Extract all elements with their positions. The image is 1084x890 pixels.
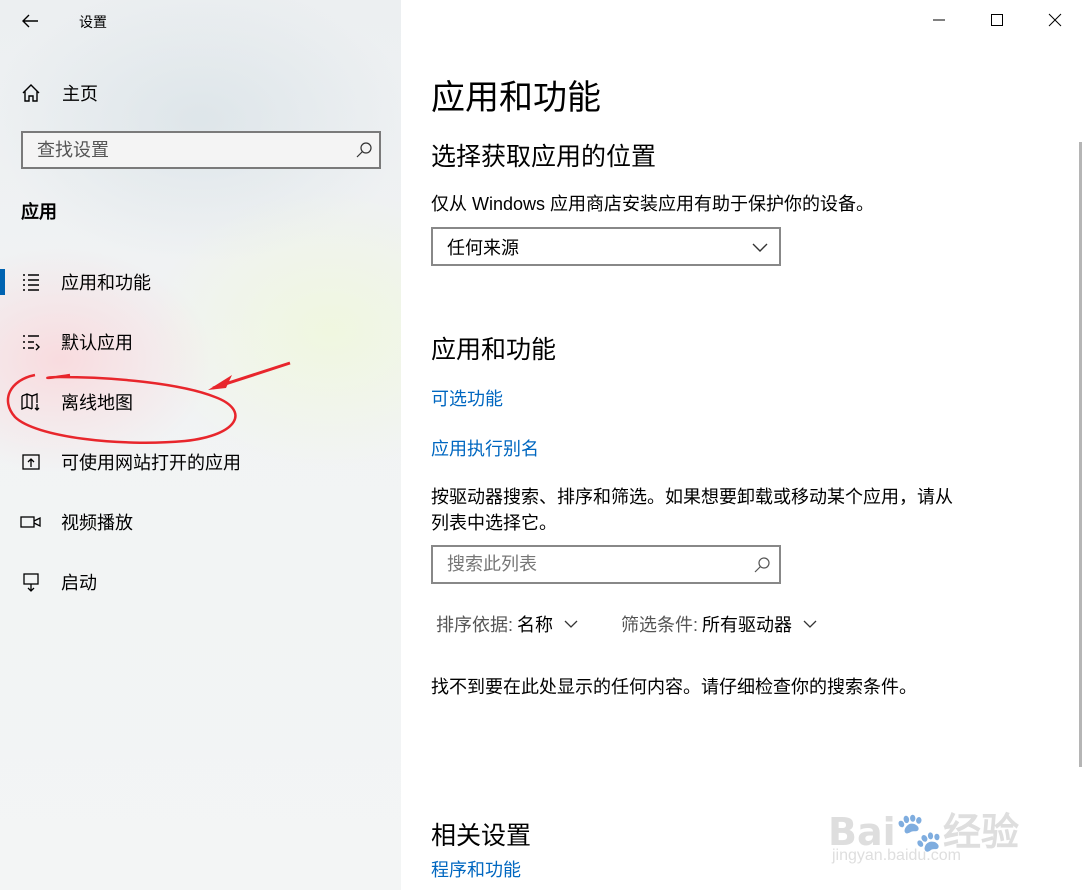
sidebar-item-websites-apps[interactable]: 可使用网站打开的应用 <box>0 442 401 482</box>
close-button[interactable] <box>1026 0 1084 40</box>
window-title: 设置 <box>79 14 107 30</box>
sidebar-item-label: 主页 <box>62 84 98 104</box>
sidebar-item-label: 默认应用 <box>61 333 133 353</box>
app-list-search-input[interactable] <box>433 547 745 582</box>
apps-description-line: 列表中选择它。 <box>431 513 557 533</box>
install-source-description: 仅从 Windows 应用商店安装应用有助于保护你的设备。 <box>431 194 875 214</box>
section-label: 应用 <box>21 202 57 222</box>
programs-features-link[interactable]: 程序和功能 <box>431 856 521 882</box>
sidebar-item-label: 应用和功能 <box>61 273 151 293</box>
sidebar-item-apps-features[interactable]: 应用和功能 <box>0 262 401 302</box>
install-source-dropdown[interactable]: 任何来源 <box>431 227 781 266</box>
startup-icon <box>20 571 42 593</box>
sidebar-item-default-apps[interactable]: 默认应用 <box>0 322 401 362</box>
apps-description-line: 按驱动器搜索、排序和筛选。如果想要卸载或移动某个应用，请从 <box>431 487 953 507</box>
close-icon <box>1048 13 1062 27</box>
maximize-icon <box>991 14 1003 26</box>
settings-search-input[interactable] <box>23 133 349 167</box>
sidebar-item-label: 离线地图 <box>61 393 133 413</box>
filter-dropdown[interactable]: 筛选条件: 所有驱动器 <box>621 611 818 637</box>
scrollbar[interactable] <box>1079 142 1082 767</box>
search-icon[interactable] <box>349 135 379 165</box>
related-settings-heading: 相关设置 <box>431 822 532 850</box>
minimize-icon <box>933 19 945 21</box>
settings-search-box[interactable] <box>21 131 381 169</box>
sidebar-item-label: 视频播放 <box>61 513 133 533</box>
search-icon[interactable] <box>745 556 779 574</box>
watermark-url: jingyan.baidu.com <box>832 847 961 864</box>
install-source-heading: 选择获取应用的位置 <box>431 143 657 171</box>
apps-description: 按驱动器搜索、排序和筛选。如果想要卸载或移动某个应用，请从 列表中选择它。 <box>431 484 953 536</box>
filter-value: 所有驱动器 <box>702 615 793 635</box>
sidebar-item-offline-maps[interactable]: 离线地图 <box>0 382 401 422</box>
home-icon <box>22 84 40 102</box>
sidebar-item-home[interactable]: 主页 <box>20 80 98 106</box>
apps-list-icon <box>20 271 42 293</box>
chevron-down-icon <box>802 619 818 629</box>
chevron-down-icon <box>563 619 579 629</box>
back-button[interactable] <box>18 8 44 34</box>
sort-value: 名称 <box>517 615 554 635</box>
sidebar: 设置 主页 应用 应用和功能 默认应用 <box>0 0 401 890</box>
chevron-down-icon <box>752 243 768 252</box>
empty-results-message: 找不到要在此处显示的任何内容。请仔细检查你的搜索条件。 <box>431 677 917 697</box>
sidebar-item-video-playback[interactable]: 视频播放 <box>0 502 401 542</box>
dropdown-value: 任何来源 <box>447 237 519 258</box>
app-list-search-box[interactable] <box>431 545 781 584</box>
sort-label: 排序依据: <box>436 615 514 635</box>
sort-filter-row: 排序依据: 名称 筛选条件: 所有驱动器 <box>436 611 818 637</box>
open-website-icon <box>20 451 42 473</box>
sidebar-item-label: 可使用网站打开的应用 <box>61 453 241 473</box>
main-content: 应用和功能 选择获取应用的位置 仅从 Windows 应用商店安装应用有助于保护… <box>401 0 1084 890</box>
video-icon <box>20 511 42 533</box>
apps-features-heading: 应用和功能 <box>431 336 557 364</box>
default-apps-icon <box>20 331 42 353</box>
optional-features-link[interactable]: 可选功能 <box>431 385 503 411</box>
sidebar-item-startup[interactable]: 启动 <box>0 562 401 602</box>
window-controls <box>910 0 1084 40</box>
back-arrow-icon <box>22 14 38 28</box>
sidebar-item-label: 启动 <box>61 573 97 593</box>
filter-label: 筛选条件: <box>621 615 699 635</box>
maximize-button[interactable] <box>968 0 1026 40</box>
minimize-button[interactable] <box>910 0 968 40</box>
sort-dropdown[interactable]: 排序依据: 名称 <box>436 611 579 637</box>
baidu-watermark: Bai🐾经验 jingyan.baidu.com <box>828 793 1038 873</box>
offline-map-icon <box>20 391 42 413</box>
page-title: 应用和功能 <box>431 79 601 117</box>
app-aliases-link[interactable]: 应用执行别名 <box>431 435 539 461</box>
